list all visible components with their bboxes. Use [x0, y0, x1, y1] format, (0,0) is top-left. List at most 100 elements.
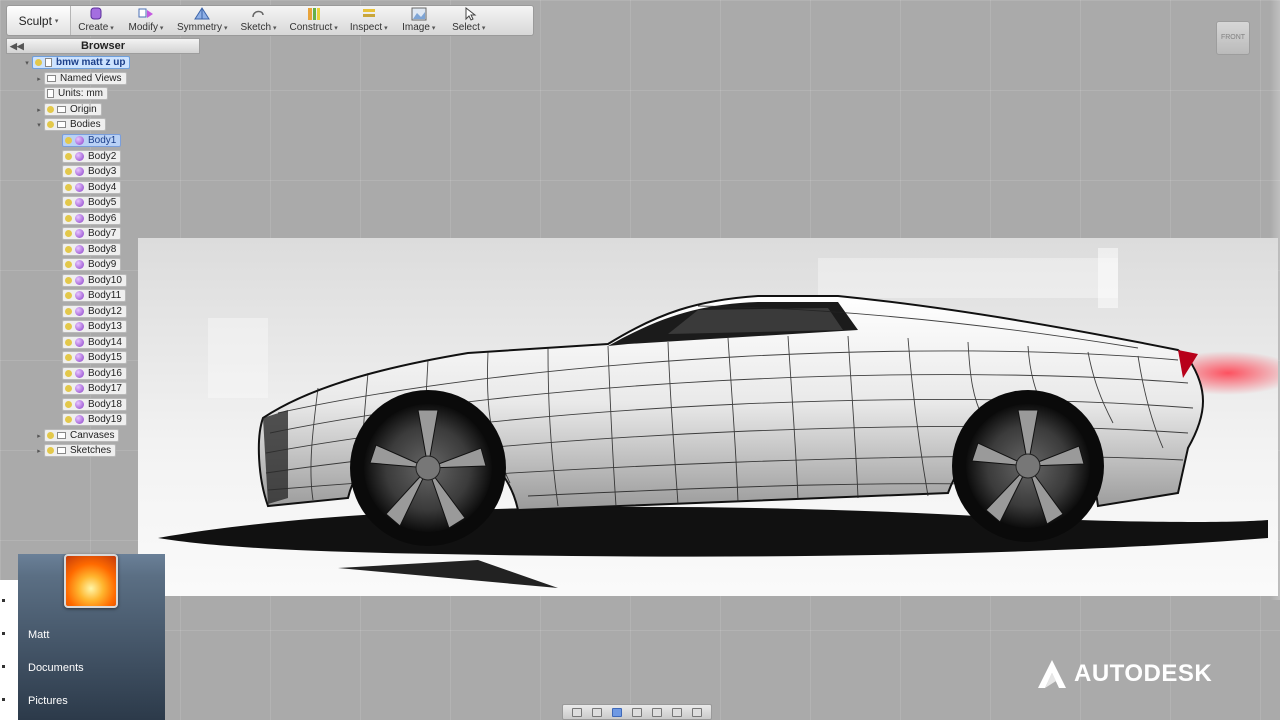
visibility-bulb-icon[interactable] — [47, 106, 54, 113]
tree-item-body[interactable]: Body14 — [52, 336, 127, 349]
expand-arrow-icon[interactable]: ▾ — [34, 121, 44, 129]
user-avatar[interactable] — [64, 554, 118, 608]
browser-panel-header[interactable]: ◀◀ Browser — [6, 38, 200, 54]
inspect-menu-button[interactable]: Inspect — [344, 6, 394, 35]
tree-item-sketches[interactable]: ▸ Sketches — [34, 444, 117, 457]
tree-item-body[interactable]: Body6 — [52, 212, 122, 225]
grid-settings-icon[interactable] — [692, 707, 702, 717]
visibility-bulb-icon[interactable] — [65, 416, 72, 423]
chevron-down-icon: ▾ — [54, 17, 59, 25]
body-icon — [75, 183, 84, 192]
tree-item-body[interactable]: Body7 — [52, 227, 122, 240]
visibility-bulb-icon[interactable] — [65, 184, 72, 191]
tree-item-body[interactable]: Body15 — [52, 351, 127, 364]
tree-item-body[interactable]: Body8 — [52, 243, 122, 256]
canvases-chip: Canvases — [44, 429, 120, 442]
visibility-bulb-icon[interactable] — [65, 153, 72, 160]
visibility-bulb-icon[interactable] — [65, 215, 72, 222]
visibility-bulb-icon[interactable] — [65, 292, 72, 299]
construct-menu-button[interactable]: Construct — [283, 6, 343, 35]
body-icon — [75, 245, 84, 254]
tree-item-body[interactable]: Body11 — [52, 289, 127, 302]
body-chip: Body19 — [62, 413, 127, 426]
visibility-bulb-icon[interactable] — [65, 385, 72, 392]
visibility-bulb-icon[interactable] — [65, 230, 72, 237]
body-icon — [75, 152, 84, 161]
tree-item-body[interactable]: Body10 — [52, 274, 127, 287]
display-settings-icon[interactable] — [672, 707, 682, 717]
visibility-bulb-icon[interactable] — [65, 168, 72, 175]
visibility-bulb-icon[interactable] — [65, 137, 72, 144]
visibility-bulb-icon[interactable] — [65, 308, 72, 315]
modify-label: Modify — [129, 22, 164, 33]
visibility-bulb-icon[interactable] — [47, 121, 54, 128]
sketch-menu-button[interactable]: Sketch — [233, 6, 283, 35]
body-icon — [75, 136, 84, 145]
modify-menu-button[interactable]: Modify — [121, 6, 171, 35]
visibility-bulb-icon[interactable] — [65, 354, 72, 361]
create-menu-button[interactable]: Create — [71, 6, 121, 35]
car-sketch-image — [138, 238, 1278, 596]
collapse-icon[interactable]: ◀◀ — [10, 39, 24, 53]
body-label: Body15 — [88, 352, 122, 363]
tree-item-body[interactable]: Body18 — [52, 398, 127, 411]
tree-item-body[interactable]: Body4 — [52, 181, 122, 194]
workspace-switcher[interactable]: Sculpt ▾ — [7, 6, 71, 35]
bullet-icon — [2, 698, 5, 701]
visibility-bulb-icon[interactable] — [65, 199, 72, 206]
expand-arrow-icon[interactable]: ▸ — [34, 432, 44, 440]
look-at-icon[interactable] — [592, 707, 602, 717]
canvas-car-sketch[interactable] — [138, 238, 1278, 596]
tree-item-body[interactable]: Body19 — [52, 413, 127, 426]
tree-item-body[interactable]: Body1 — [52, 134, 122, 147]
view-cube[interactable]: FRONT — [1216, 21, 1250, 55]
visibility-bulb-icon[interactable] — [47, 432, 54, 439]
visibility-bulb-icon[interactable] — [65, 370, 72, 377]
canvases-label: Canvases — [70, 430, 115, 441]
expand-arrow-icon[interactable]: ▾ — [22, 59, 32, 67]
tree-item-named-views[interactable]: ▸ Named Views — [34, 72, 127, 85]
folder-icon — [57, 447, 66, 454]
tree-item-units[interactable]: Units: mm — [34, 87, 108, 100]
orbit-icon[interactable] — [572, 707, 582, 717]
tree-item-body[interactable]: Body16 — [52, 367, 127, 380]
folder-icon — [57, 106, 66, 113]
sketch-icon — [252, 10, 265, 18]
tree-item-canvases[interactable]: ▸ Canvases — [34, 429, 120, 442]
tree-item-bodies[interactable]: ▾ Bodies — [34, 118, 106, 131]
tree-item-body[interactable]: Body12 — [52, 305, 127, 318]
visibility-bulb-icon[interactable] — [35, 59, 42, 66]
visibility-bulb-icon[interactable] — [65, 261, 72, 268]
body-label: Body12 — [88, 306, 122, 317]
visibility-bulb-icon[interactable] — [65, 277, 72, 284]
tree-item-body[interactable]: Body5 — [52, 196, 122, 209]
expand-arrow-icon[interactable]: ▸ — [34, 75, 44, 83]
expand-arrow-icon[interactable]: ▸ — [34, 447, 44, 455]
start-menu-item-pictures[interactable]: Pictures — [28, 695, 68, 707]
body-icon — [75, 167, 84, 176]
body-chip: Body1 — [62, 134, 122, 147]
visibility-bulb-icon[interactable] — [65, 339, 72, 346]
tree-item-body[interactable]: Body2 — [52, 150, 122, 163]
tree-item-body[interactable]: Body9 — [52, 258, 122, 271]
symmetry-menu-button[interactable]: Symmetry — [171, 6, 233, 35]
tree-item-body[interactable]: Body3 — [52, 165, 122, 178]
tree-root-node[interactable]: ▾ bmw matt z up — [22, 56, 131, 69]
pan-icon[interactable] — [612, 707, 622, 717]
visibility-bulb-icon[interactable] — [65, 401, 72, 408]
visibility-bulb-icon[interactable] — [65, 323, 72, 330]
select-menu-button[interactable]: Select — [444, 6, 494, 35]
image-menu-button[interactable]: Image — [394, 6, 444, 35]
tree-item-origin[interactable]: ▸ Origin — [34, 103, 102, 116]
expand-arrow-icon[interactable]: ▸ — [34, 106, 44, 114]
zoom-icon[interactable] — [632, 707, 642, 717]
visibility-bulb-icon[interactable] — [47, 447, 54, 454]
tree-item-body[interactable]: Body17 — [52, 382, 127, 395]
tree-item-body[interactable]: Body13 — [52, 320, 127, 333]
start-menu-item-user[interactable]: Matt — [28, 629, 49, 641]
visibility-bulb-icon[interactable] — [65, 246, 72, 253]
body-label: Body11 — [88, 290, 122, 301]
start-menu-item-documents[interactable]: Documents — [28, 662, 84, 674]
units-label: Units: mm — [58, 88, 103, 99]
fit-icon[interactable] — [652, 707, 662, 717]
